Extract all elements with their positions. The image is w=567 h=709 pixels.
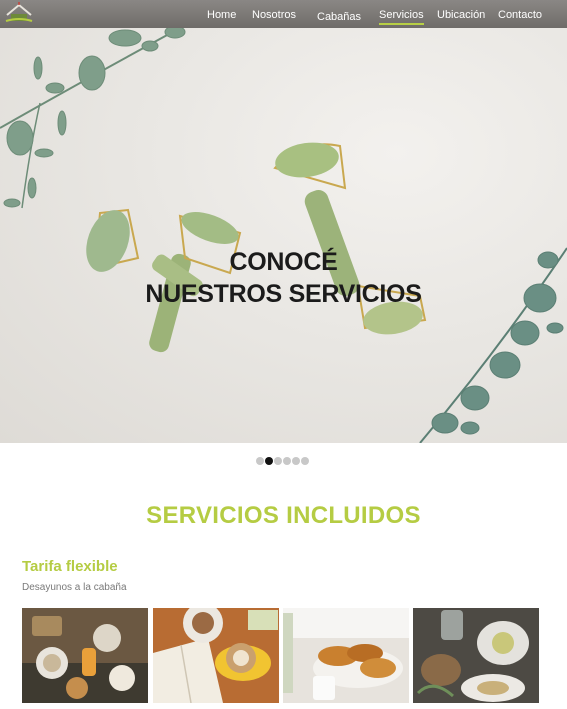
carousel-indicators: [256, 457, 309, 466]
nav-link-home[interactable]: Home: [207, 8, 236, 22]
nav-link-contacto[interactable]: Contacto: [498, 8, 542, 22]
top-navigation-bar: Home Nosotros Cabañas Servicios Ubicació…: [0, 0, 567, 28]
carousel-dot[interactable]: [292, 457, 300, 465]
gallery-image-croissants[interactable]: [283, 608, 409, 703]
eucalyptus-branch-topleft: [0, 28, 186, 209]
carousel-dot[interactable]: [301, 457, 309, 465]
hero-title-line2: NUESTROS SERVICIOS: [145, 280, 422, 308]
hero-title-line1: CONOCÉ: [229, 248, 338, 276]
carousel-dot-active[interactable]: [265, 457, 273, 465]
section-title: SERVICIOS INCLUIDOS: [146, 502, 421, 529]
carousel-dot[interactable]: [283, 457, 291, 465]
carousel-dot[interactable]: [256, 457, 264, 465]
gallery-image-coffee-book[interactable]: [153, 608, 279, 703]
gallery-image-tea-bread[interactable]: [413, 608, 539, 703]
service-subtitle: Desayunos a la cabaña: [22, 582, 127, 593]
jade-roller-right: [273, 142, 427, 335]
hero-banner: CONOCÉ NUESTROS SERVICIOS: [0, 28, 567, 443]
nav-link-servicios[interactable]: Servicios: [379, 8, 424, 25]
nav-link-ubicacion[interactable]: Ubicación: [437, 8, 485, 22]
gallery-image-breakfast-table[interactable]: [22, 608, 148, 703]
hero-background-image: [0, 28, 567, 443]
nav-link-nosotros[interactable]: Nosotros: [252, 8, 296, 22]
nav-link-cabanas[interactable]: Cabañas: [317, 10, 361, 24]
carousel-dot[interactable]: [274, 457, 282, 465]
cabin-logo-icon[interactable]: [4, 2, 34, 24]
service-title: Tarifa flexible: [22, 558, 118, 575]
eucalyptus-branch-bottomright: [419, 247, 567, 443]
